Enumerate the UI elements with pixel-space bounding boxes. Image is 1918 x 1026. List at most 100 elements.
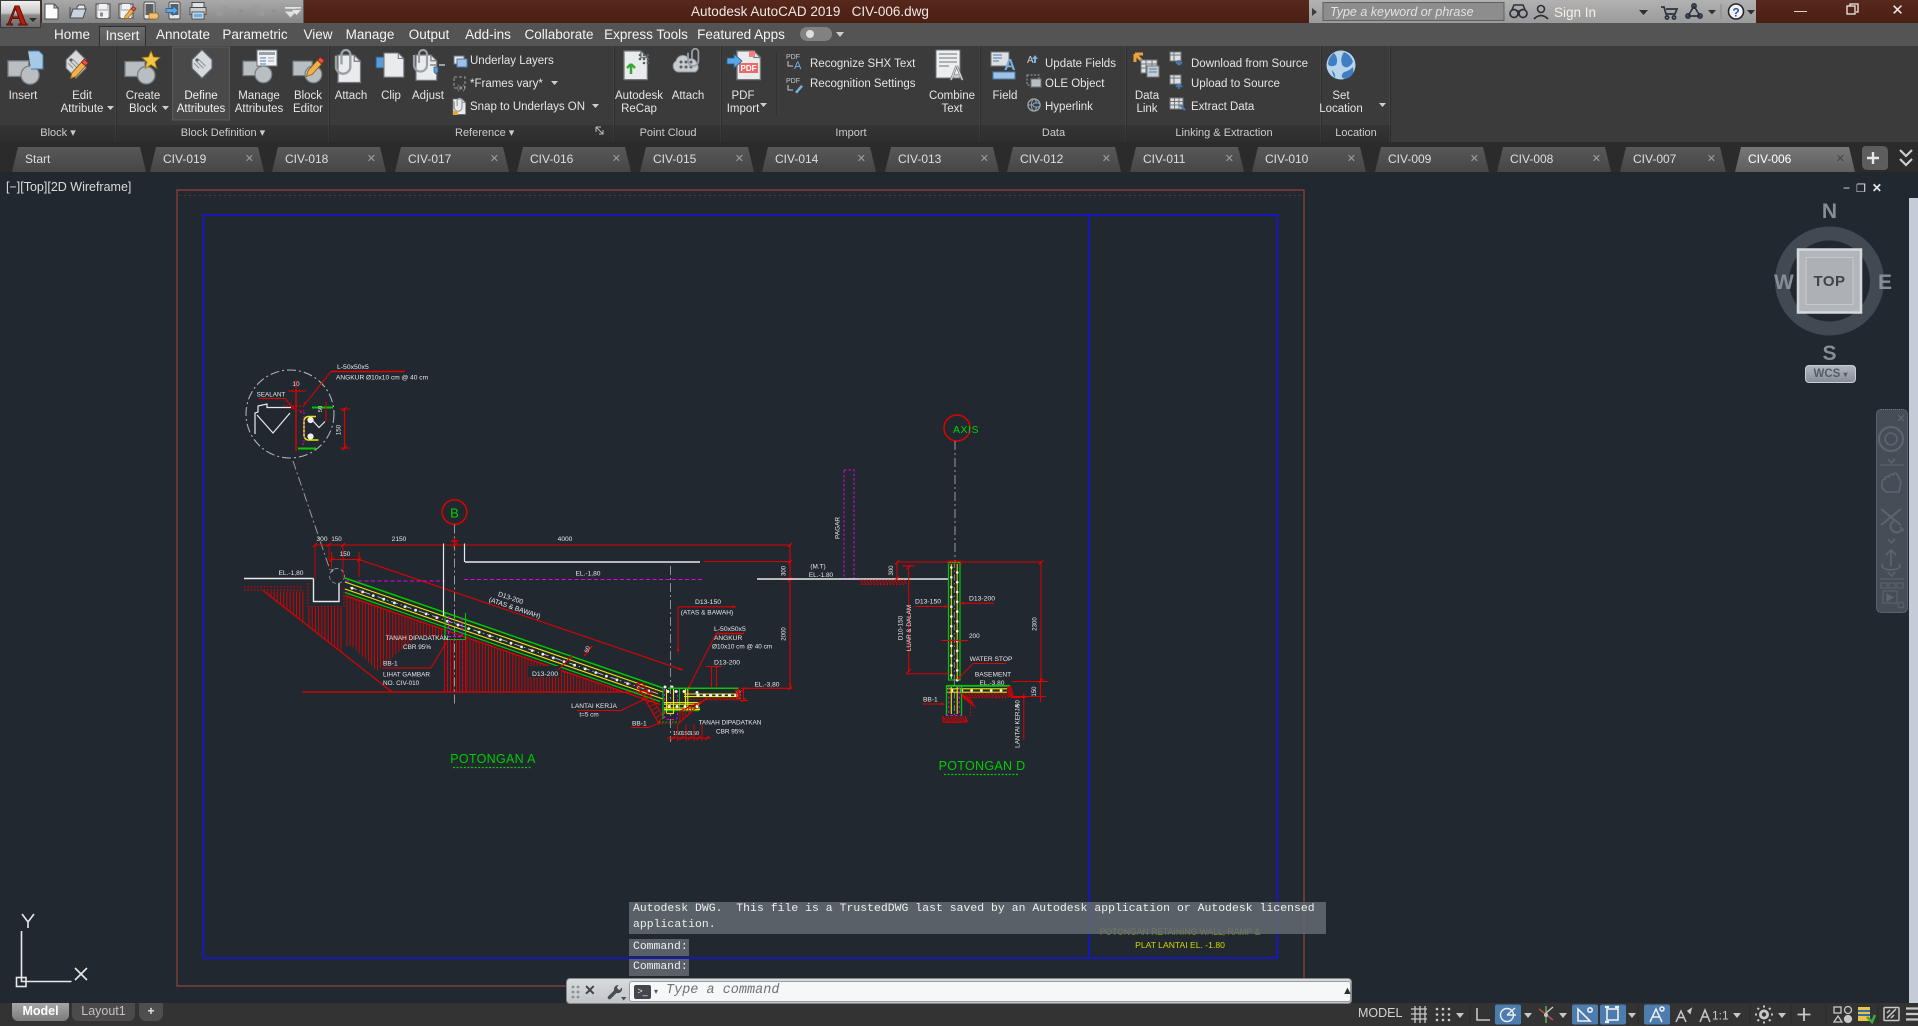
svg-text:TOP: TOP	[1813, 273, 1845, 290]
svg-text:Download from Source: Download from Source	[1191, 58, 1308, 70]
svg-text:CBR 95%: CBR 95%	[716, 729, 744, 736]
svg-text:CBR 95%: CBR 95%	[403, 644, 431, 651]
svg-text:(x): (x)	[457, 85, 465, 92]
svg-text:SEALANT: SEALANT	[257, 392, 286, 399]
svg-text:Text: Text	[941, 103, 963, 115]
svg-text:EL.-1,80: EL.-1,80	[576, 571, 601, 578]
svg-text:L-50x50x5: L-50x50x5	[337, 364, 369, 371]
svg-text:POTONGAN D: POTONGAN D	[939, 759, 1026, 773]
svg-text:PAGAR: PAGAR	[835, 517, 842, 539]
svg-text:4000: 4000	[558, 536, 573, 543]
svg-text:Type a keyword or phrase: Type a keyword or phrase	[1330, 5, 1474, 19]
svg-text:200: 200	[969, 633, 980, 640]
svg-text:300: 300	[889, 565, 895, 576]
svg-text:Import: Import	[727, 103, 760, 115]
svg-text:1:1: 1:1	[1712, 1009, 1729, 1023]
svg-text:(ATAS & BAWAH): (ATAS & BAWAH)	[681, 610, 733, 617]
svg-text:N: N	[1822, 200, 1837, 223]
svg-text:ReCap: ReCap	[621, 103, 657, 115]
svg-text:Link: Link	[1136, 103, 1157, 115]
svg-text:Attach: Attach	[335, 90, 368, 102]
svg-text:2300: 2300	[1033, 617, 1039, 631]
svg-text:150: 150	[1032, 686, 1038, 697]
svg-text:?: ?	[1732, 6, 1739, 20]
svg-text:Recognition Settings: Recognition Settings	[810, 78, 916, 90]
svg-text:PDF: PDF	[741, 64, 757, 73]
svg-text:A: A	[1004, 57, 1016, 74]
svg-text:Block: Block	[129, 103, 157, 115]
svg-text:BB-1: BB-1	[632, 721, 647, 728]
svg-text:Hyperlink: Hyperlink	[1045, 101, 1093, 113]
svg-text:Field: Field	[993, 90, 1018, 102]
svg-text:ANGKUR Ø10x10 cm @ 40 cm: ANGKUR Ø10x10 cm @ 40 cm	[336, 375, 429, 382]
svg-text:Set: Set	[1332, 90, 1350, 102]
svg-text:TANAH DIPADATKAN: TANAH DIPADATKAN	[386, 635, 449, 642]
svg-text:BB-1: BB-1	[923, 697, 938, 704]
svg-text:EL.-1.80: EL.-1.80	[809, 572, 834, 579]
svg-text:ANGKUR: ANGKUR	[714, 635, 742, 642]
svg-text:*Frames vary*: *Frames vary*	[470, 78, 543, 90]
svg-text:Autodesk: Autodesk	[615, 90, 663, 102]
svg-text:150: 150	[336, 424, 343, 435]
svg-text:Insert: Insert	[9, 90, 39, 102]
svg-text:OLE Object: OLE Object	[1045, 78, 1105, 90]
svg-text:Attributes: Attributes	[177, 103, 226, 115]
svg-text:Attribute: Attribute	[61, 103, 104, 115]
svg-text:Manage: Manage	[238, 90, 280, 102]
svg-text:Editor: Editor	[293, 103, 323, 115]
svg-text:PDF: PDF	[786, 78, 800, 85]
svg-text:Attach: Attach	[672, 90, 705, 102]
svg-text:D10-150: D10-150	[898, 615, 905, 640]
svg-text:300: 300	[782, 565, 788, 576]
svg-text:t=5 cm: t=5 cm	[579, 712, 598, 719]
svg-text:W: W	[1774, 271, 1794, 294]
svg-text:Extract Data: Extract Data	[1191, 101, 1255, 113]
svg-text:A: A	[950, 63, 964, 85]
svg-text:D13-150: D13-150	[915, 599, 941, 606]
svg-text:Block: Block	[294, 90, 322, 102]
svg-text:BASEMENT: BASEMENT	[975, 672, 1011, 679]
svg-text:300: 300	[316, 536, 327, 543]
svg-text:LUAR & DALAM: LUAR & DALAM	[906, 605, 913, 651]
svg-text:D13-200: D13-200	[532, 671, 558, 678]
svg-text:LANTAI KERJA: LANTAI KERJA	[1015, 703, 1022, 747]
svg-text:POTONGAN A: POTONGAN A	[450, 752, 536, 766]
svg-text:A: A	[7, 1, 28, 27]
svg-text:Ø10x10 cm @ 40 cm: Ø10x10 cm @ 40 cm	[712, 644, 772, 651]
svg-text:Sign In: Sign In	[1554, 5, 1596, 20]
svg-text:AXIS: AXIS	[953, 424, 979, 436]
svg-text:D13-150: D13-150	[695, 599, 721, 606]
svg-text:D13-200: D13-200	[714, 660, 740, 667]
svg-text:Attributes: Attributes	[235, 103, 284, 115]
svg-text:LANTAI KERJA: LANTAI KERJA	[571, 703, 617, 710]
svg-text:TANAH DIPADATKAN: TANAH DIPADATKAN	[699, 720, 762, 727]
svg-text:NO. CIV-010: NO. CIV-010	[383, 680, 420, 687]
svg-text:PDF: PDF	[732, 90, 755, 102]
svg-text:50: 50	[318, 406, 324, 412]
svg-text:EL.-3,80: EL.-3,80	[755, 682, 780, 689]
svg-text:D13-200: D13-200	[969, 596, 995, 603]
svg-text:2150: 2150	[392, 536, 407, 543]
svg-text:B: B	[450, 506, 459, 521]
svg-text:Upload to Source: Upload to Source	[1191, 78, 1280, 90]
svg-text:LIHAT GAMBAR: LIHAT GAMBAR	[383, 672, 430, 679]
svg-text:Location: Location	[1319, 103, 1362, 115]
svg-text:150: 150	[340, 551, 351, 558]
svg-text:Adjust: Adjust	[412, 90, 445, 102]
svg-text:Create: Create	[126, 90, 161, 102]
svg-text:PLAT LANTAI EL. -1.80: PLAT LANTAI EL. -1.80	[1135, 940, 1225, 950]
svg-text:A: A	[1027, 55, 1034, 66]
svg-text:EL.-1,80: EL.-1,80	[279, 570, 304, 577]
svg-text:S: S	[1822, 342, 1836, 365]
svg-text:WATER STOP: WATER STOP	[970, 656, 1013, 663]
svg-text:Edit: Edit	[72, 90, 93, 102]
svg-text:150: 150	[331, 536, 342, 543]
svg-text:Snap to Underlays ON: Snap to Underlays ON	[470, 101, 585, 113]
svg-text:(M.T): (M.T)	[810, 564, 825, 571]
svg-text:A: A	[794, 60, 802, 72]
svg-text:E: E	[1878, 271, 1892, 294]
svg-text:Define: Define	[184, 90, 217, 102]
svg-text:Update Fields: Update Fields	[1045, 58, 1116, 70]
svg-text:Underlay Layers: Underlay Layers	[470, 55, 554, 67]
svg-text:BB-1: BB-1	[383, 661, 398, 668]
